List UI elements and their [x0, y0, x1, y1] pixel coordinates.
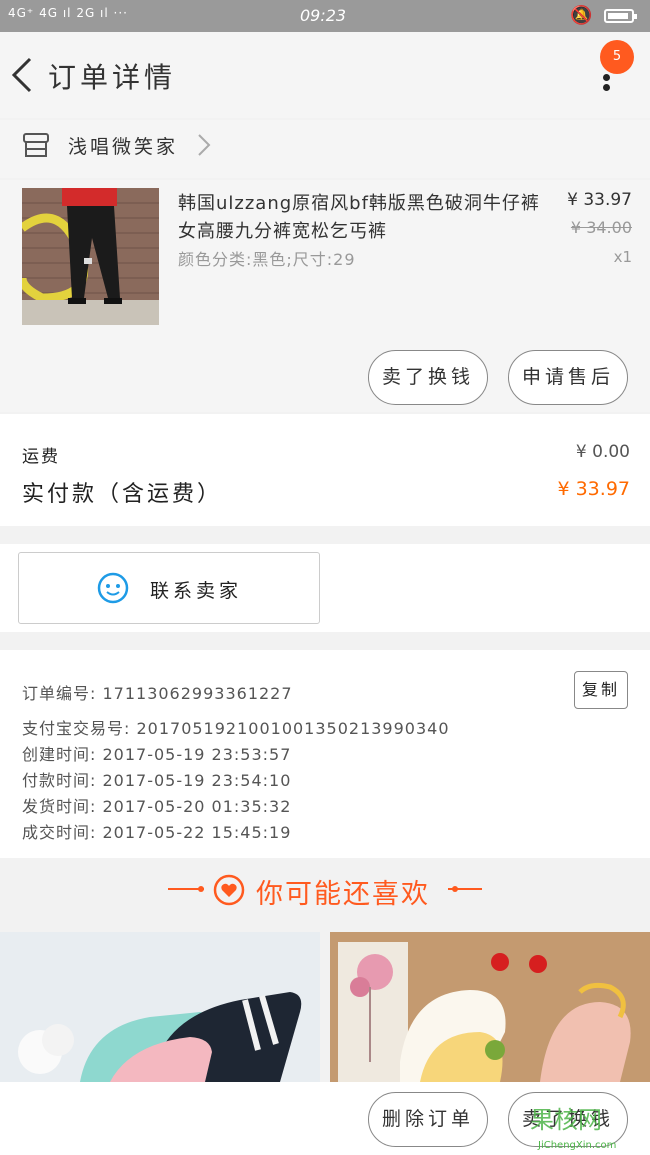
paid-time: 付款时间: 2017-05-19 23:54:10 — [22, 771, 292, 790]
chevron-right-icon[interactable] — [196, 133, 212, 157]
store-icon — [23, 133, 49, 157]
contact-seller-label[interactable]: 联系卖家 — [150, 576, 242, 603]
order-number: 订单编号: 17113062993361227 — [22, 684, 293, 703]
product-quantity: x1 — [613, 248, 632, 266]
heart-icon — [213, 874, 245, 906]
battery-icon — [604, 9, 637, 23]
shipping-value: ¥ 0.00 — [575, 442, 630, 462]
created-time: 创建时间: 2017-05-19 23:53:57 — [22, 745, 292, 764]
recommend-item-socks-image[interactable] — [0, 932, 320, 1082]
decor-dot-left — [198, 886, 204, 892]
decor-line-right — [448, 888, 482, 890]
status-bar: 4G⁺ 4G ıl 2G ıl ··· 09:23 🔕 — [0, 0, 650, 32]
more-vertical-icon-dot[interactable] — [603, 84, 610, 91]
alipay-trade-number: 支付宝交易号: 2017051921001001350213990340 — [22, 719, 450, 738]
recommend-title: 你可能还喜欢 — [256, 879, 430, 910]
watermark-logo: 果核网 — [530, 1106, 602, 1134]
notification-badge[interactable]: 5 — [600, 40, 634, 74]
after-sales-button[interactable]: 申请售后 — [508, 350, 628, 405]
shipped-time: 发货时间: 2017-05-20 01:35:32 — [22, 797, 292, 816]
paid-value: ¥ 33.97 — [557, 478, 630, 500]
more-vertical-icon[interactable] — [603, 74, 610, 81]
shop-name[interactable]: 浅唱微笑家 — [68, 132, 178, 159]
product-image[interactable] — [22, 188, 159, 325]
bell-muted-icon: 🔕 — [570, 5, 593, 26]
product-original-price: ¥ 34.00 — [570, 218, 632, 237]
paid-label: 实付款（含运费） — [22, 482, 223, 507]
recommend-item-invisible-socks-image[interactable] — [330, 932, 650, 1082]
chat-bubble-icon — [97, 572, 129, 604]
shipping-label: 运费 — [22, 447, 60, 467]
watermark-url: JiChengXin.com — [538, 1140, 617, 1151]
product-title[interactable]: 韩国ulzzang原宿风bf韩版黑色破洞牛仔裤女高腰九分裤宽松乞丐裤 — [178, 190, 548, 246]
chevron-left-icon[interactable] — [8, 55, 36, 95]
cost-section — [0, 414, 650, 526]
clock: 09:23 — [300, 6, 347, 25]
copy-button[interactable]: 复制 — [574, 671, 628, 709]
page-title: 订单详情 — [48, 61, 177, 94]
delete-order-button[interactable]: 删除订单 — [368, 1092, 488, 1147]
network-indicator: 4G⁺ 4G ıl 2G ıl ··· — [8, 6, 128, 20]
product-price: ¥ 33.97 — [567, 190, 632, 210]
completed-time: 成交时间: 2017-05-22 15:45:19 — [22, 823, 292, 842]
product-sku: 颜色分类:黑色;尺寸:29 — [178, 250, 356, 269]
resell-button[interactable]: 卖了换钱 — [368, 350, 488, 405]
